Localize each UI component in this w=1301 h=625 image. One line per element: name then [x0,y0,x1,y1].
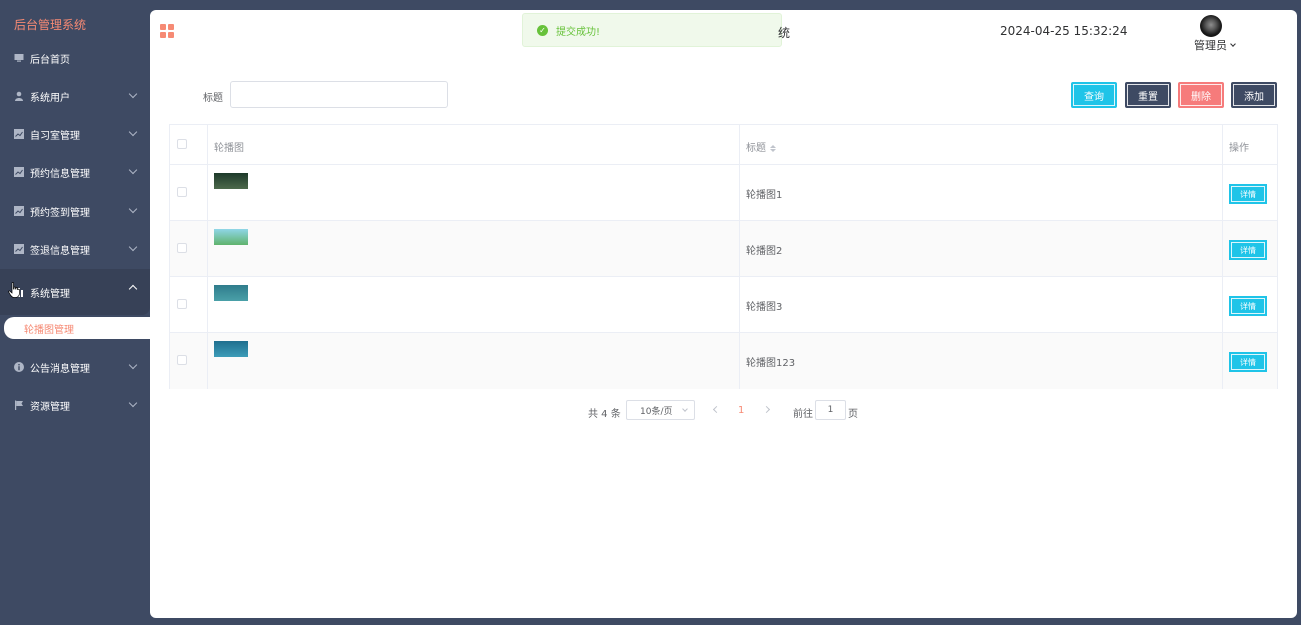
carousel-thumbnail[interactable] [214,229,248,245]
row-checkbox[interactable] [177,355,187,365]
goto-label: 前往 [793,409,813,420]
chevron-down-icon [682,406,688,412]
main-panel: ✓ 提交成功! 统 2024-04-25 15:32:24 管理员 标题 查询 … [150,10,1297,618]
sidebar-item-label: 预约签到管理 [30,207,90,219]
sidebar-item-checkout[interactable]: 签退信息管理 [0,230,150,268]
data-table: 轮播图 标题 操作 轮播图1 详情 轮播图2 详情 轮播图3 详情 轮播图123… [169,124,1278,389]
column-header-image: 轮播图 [214,143,244,154]
table-header: 轮播图 标题 操作 [170,125,1277,165]
success-toast: ✓ 提交成功! [522,13,782,47]
pagination-total: 共 4 条 [588,409,621,420]
carousel-thumbnail[interactable] [214,341,248,357]
row-checkbox[interactable] [177,187,187,197]
sidebar-item-reservation[interactable]: 预约信息管理 [0,153,150,191]
sidebar-item-system-management[interactable]: 系统管理 [0,269,150,315]
system-title: 统 [778,26,791,40]
table-row: 轮播图1 详情 [170,165,1277,221]
info-icon [14,362,24,372]
chevron-down-icon [128,204,138,214]
chevron-down-icon [128,89,138,99]
chevron-down-icon [128,165,138,175]
chevron-down-icon [1230,41,1236,47]
row-title: 轮播图123 [746,358,796,369]
toast-message: 提交成功! [556,26,601,38]
column-header-title[interactable]: 标题 [746,139,776,154]
query-button[interactable]: 查询 [1071,82,1117,108]
sidebar-item-label: 预约信息管理 [30,168,90,180]
user-icon [14,91,24,101]
column-header-actions: 操作 [1229,143,1249,154]
row-checkbox[interactable] [177,243,187,253]
sidebar-item-label: 系统管理 [30,288,70,300]
select-all-checkbox[interactable] [177,139,187,149]
chevron-up-icon [128,284,138,294]
sidebar-item-label: 后台首页 [30,54,70,66]
sidebar-subitem-carousel[interactable]: 轮播图管理 [4,317,150,339]
delete-button[interactable]: 删除 [1178,82,1224,108]
sidebar-item-checkin[interactable]: 预约签到管理 [0,192,150,230]
detail-button[interactable]: 详情 [1229,296,1267,316]
current-page[interactable]: 1 [738,405,744,416]
sidebar-item-study-room[interactable]: 自习室管理 [0,115,150,153]
chart-icon [14,129,24,139]
prev-page-icon[interactable] [712,405,721,414]
app-title: 后台管理系统 [14,18,87,32]
sidebar-item-label: 自习室管理 [30,130,80,142]
page-unit-label: 页 [848,409,858,420]
user-menu[interactable]: 管理员 [1194,37,1236,53]
chart-icon [14,244,24,254]
sidebar-item-home[interactable]: 后台首页 [0,39,150,77]
sidebar: 后台管理系统 后台首页 系统用户 自习室管理 预约信息管理 预约签到管理 签退信… [0,0,150,625]
row-checkbox[interactable] [177,299,187,309]
search-input[interactable] [230,81,448,108]
chart-icon [14,206,24,216]
sidebar-item-label: 资源管理 [30,401,70,413]
sidebar-item-label: 公告消息管理 [30,363,90,375]
chevron-down-icon [128,360,138,370]
goto-page-input[interactable]: 1 [815,400,846,420]
sort-icon[interactable] [770,144,776,152]
page-size-select[interactable]: 10条/页 [626,400,695,420]
sidebar-item-label: 签退信息管理 [30,245,90,257]
sidebar-item-announcements[interactable]: 公告消息管理 [0,348,150,386]
hand-cursor-icon [8,282,20,301]
datetime-display: 2024-04-25 15:32:24 [1000,24,1128,38]
add-button[interactable]: 添加 [1231,82,1277,108]
sidebar-item-system-users[interactable]: 系统用户 [0,77,150,115]
reset-button[interactable]: 重置 [1125,82,1171,108]
sidebar-item-resources[interactable]: 资源管理 [0,386,150,424]
detail-button[interactable]: 详情 [1229,184,1267,204]
sidebar-item-label: 系统用户 [30,92,70,104]
row-title: 轮播图1 [746,190,783,201]
table-row: 轮播图3 详情 [170,277,1277,333]
chevron-down-icon [128,398,138,408]
user-name: 管理员 [1194,39,1227,52]
avatar[interactable] [1200,15,1222,37]
detail-button[interactable]: 详情 [1229,352,1267,372]
detail-button[interactable]: 详情 [1229,240,1267,260]
chart-icon [14,167,24,177]
search-label: 标题 [203,93,223,104]
carousel-thumbnail[interactable] [214,285,248,301]
table-row: 轮播图123 详情 [170,333,1277,389]
monitor-icon [14,53,24,63]
carousel-thumbnail[interactable] [214,173,248,189]
flag-icon [14,400,24,410]
row-title: 轮播图2 [746,246,783,257]
check-circle-icon: ✓ [537,24,548,36]
chevron-down-icon [128,242,138,252]
table-row: 轮播图2 详情 [170,221,1277,277]
grid-menu-icon[interactable] [160,24,174,38]
chevron-down-icon [128,127,138,137]
next-page-icon[interactable] [762,405,771,414]
row-title: 轮播图3 [746,302,783,313]
